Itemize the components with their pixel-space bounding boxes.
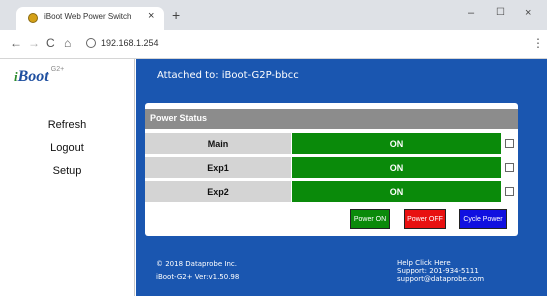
version-text: iBoot-G2+ Ver:v1.50.98 [156, 273, 240, 281]
back-arrow-icon[interactable]: ← [10, 36, 22, 50]
logo-model: G2+ [50, 66, 65, 73]
new-tab-icon[interactable]: + [172, 8, 180, 22]
footer-left: © 2018 Dataprobe Inc. iBoot-G2+ Ver:v1.5… [156, 258, 239, 284]
browser-toolbar: ← → C ⌂ 192.168.1.254 ⋮ [0, 30, 547, 59]
logo-boot: Boot [17, 68, 49, 85]
outlet-name: Exp2 [145, 181, 291, 202]
outlet-state: ON [292, 133, 501, 154]
sidebar: iBoot G2+ Refresh Logout Setup [0, 59, 135, 296]
outlet-checkbox-exp1[interactable] [505, 163, 514, 172]
power-on-button[interactable]: Power ON [350, 209, 390, 229]
sidebar-item-setup[interactable]: Setup [0, 165, 134, 177]
support-phone: Support: 201-934-5111 [397, 267, 479, 275]
outlet-row-main: Main ON [145, 133, 518, 154]
support-email-link[interactable]: support@dataprobe.com [397, 275, 484, 283]
window-close-icon[interactable]: × [525, 6, 531, 20]
outlet-checkbox-main[interactable] [505, 139, 514, 148]
outlet-state: ON [292, 181, 501, 202]
footer-right: Help Click Here Support: 201-934-5111 su… [397, 259, 484, 283]
outlet-name: Main [145, 133, 291, 154]
tab-close-icon[interactable]: × [148, 10, 154, 22]
sidebar-item-refresh[interactable]: Refresh [0, 119, 134, 131]
help-link[interactable]: Help Click Here [397, 259, 484, 267]
sidebar-item-logout[interactable]: Logout [0, 142, 134, 154]
forward-arrow-icon[interactable]: → [28, 36, 40, 50]
outlet-row-exp1: Exp1 ON [145, 157, 518, 178]
page-content: iBoot G2+ Refresh Logout Setup Attached t… [0, 59, 547, 296]
power-off-button[interactable]: Power OFF [404, 209, 446, 229]
home-icon[interactable]: ⌂ [64, 36, 71, 50]
outlet-name: Exp1 [145, 157, 291, 178]
browser-menu-icon[interactable]: ⋮ [532, 36, 544, 50]
browser-tab[interactable]: iBoot Web Power Switch × [16, 7, 164, 30]
maximize-icon[interactable]: ☐ [496, 6, 505, 20]
reload-icon[interactable]: C [46, 36, 55, 50]
address-bar[interactable]: 192.168.1.254 [101, 38, 159, 48]
power-status-title: Power Status [150, 113, 208, 123]
iboot-logo: iBoot G2+ [14, 66, 65, 86]
favicon-icon [28, 13, 38, 23]
browser-tab-bar: iBoot Web Power Switch × + – ☐ × [0, 0, 547, 30]
outlet-checkbox-exp2[interactable] [505, 187, 514, 196]
tab-title: iBoot Web Power Switch [44, 12, 132, 21]
cycle-power-button[interactable]: Cycle Power [459, 209, 507, 229]
copyright-text: © 2018 Dataprobe Inc. [156, 260, 237, 268]
power-status-panel: Power Status Main ON Exp1 ON Exp2 ON Pow… [145, 103, 518, 236]
attached-device-label: Attached to: iBoot-G2P-bbcc [157, 70, 299, 81]
main-panel: Attached to: iBoot-G2P-bbcc Power Status… [136, 59, 547, 296]
minimize-icon[interactable]: – [468, 6, 474, 20]
outlet-state: ON [292, 157, 501, 178]
power-status-header: Power Status [145, 109, 518, 129]
site-info-icon[interactable] [86, 38, 96, 48]
outlet-row-exp2: Exp2 ON [145, 181, 518, 202]
